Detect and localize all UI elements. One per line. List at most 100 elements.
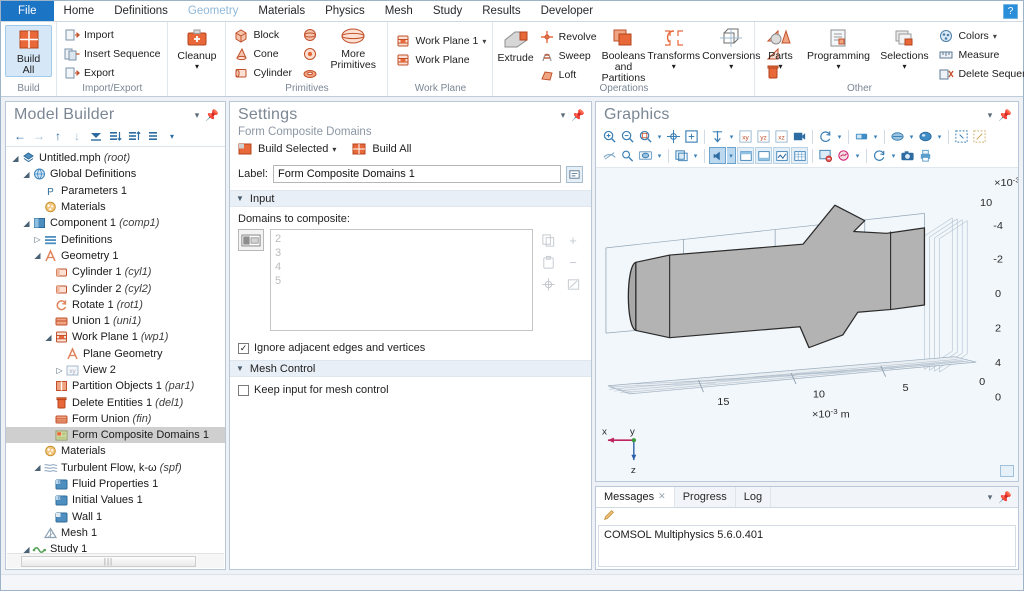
zoom-in-icon[interactable] (601, 128, 618, 145)
programming-button[interactable]: Programming ▾ (803, 25, 873, 72)
fit-to-window-icon[interactable] (683, 128, 700, 145)
view-hidden-icon[interactable] (637, 147, 654, 164)
tree-twisty-expanded-icon[interactable]: ◢ (43, 333, 54, 342)
close-icon[interactable]: ✕ (658, 491, 666, 502)
build-selected-label[interactable]: Build Selected (258, 143, 328, 155)
tab-log[interactable]: Log (736, 487, 771, 507)
scene-light-caret-icon[interactable]: ▾ (871, 128, 880, 145)
more-primitives-button[interactable]: More Primitives (323, 25, 383, 71)
color-legend-icon[interactable] (709, 147, 726, 164)
block-button[interactable]: Block (230, 26, 295, 44)
image-snapshot-icon[interactable] (817, 147, 834, 164)
tab-geometry[interactable]: Geometry (178, 1, 249, 21)
add-to-selection-icon[interactable]: + (564, 231, 582, 249)
reset-icon[interactable] (871, 147, 888, 164)
booleans-and-partitions-button[interactable]: Booleans and Partitions (602, 25, 646, 84)
tree-item-study-1[interactable]: ◢Study 1 (6, 541, 225, 553)
tree-item-fluid-properties-1[interactable]: BFluid Properties 1 (6, 476, 225, 492)
ignore-adjacent-checkbox[interactable]: ✓ (238, 343, 249, 354)
tab-file[interactable]: File (1, 1, 54, 21)
tree-item-work-plane-1[interactable]: ◢Work Plane 1 (wp1) (6, 329, 225, 345)
cleanup-button[interactable]: Cleanup ▾ (172, 25, 221, 72)
label-edit-icon[interactable] (566, 166, 583, 183)
clip-icon[interactable] (673, 147, 690, 164)
selections-button[interactable]: Selections ▾ (875, 25, 933, 72)
domain-list-item[interactable]: 3 (275, 246, 528, 260)
graphics-canvas[interactable]: 15 10 5 0 ×10-3 m ×10-3 10 -4 -2 (596, 168, 1018, 481)
label-input[interactable] (273, 165, 561, 183)
zoom-out-icon[interactable] (619, 128, 636, 145)
tree-item-view-2[interactable]: ▷xyView 2 (6, 362, 225, 378)
transparency-caret-icon[interactable]: ▾ (907, 128, 916, 145)
tree-item-wall-1[interactable]: Wall 1 (6, 509, 225, 525)
zoom-to-selection-icon[interactable] (539, 275, 557, 293)
cleanup-caret-icon[interactable]: ▾ (195, 61, 199, 72)
tree-twisty-collapsed-icon[interactable]: ▷ (54, 366, 65, 375)
tab-developer[interactable]: Developer (531, 1, 603, 21)
copy-selection-icon[interactable] (539, 231, 557, 249)
mesh-control-section-header[interactable]: ▼ Mesh Control (230, 360, 591, 377)
sweep-button[interactable]: Sweep (536, 47, 600, 65)
tree-twisty-expanded-icon[interactable]: ◢ (32, 463, 43, 472)
move-down-icon[interactable]: ↓ (69, 128, 85, 144)
transparency-icon[interactable] (889, 128, 906, 145)
model-builder-hscroll-thumb[interactable]: ||| (21, 556, 196, 567)
settings-menu-caret-icon[interactable]: ▾ (561, 110, 566, 121)
tree-item-materials[interactable]: Materials (6, 443, 225, 459)
xz-view-icon[interactable]: xz (773, 128, 790, 145)
tree-item-initial-values-1[interactable]: BInitial Values 1 (6, 492, 225, 508)
graphics-pin-icon[interactable]: 📌 (998, 109, 1012, 122)
help-icon[interactable]: ? (1003, 4, 1018, 19)
tree-item-plane-geometry[interactable]: Plane Geometry (6, 346, 225, 362)
list-icon[interactable] (145, 128, 161, 144)
tree-item-delete-entities-1[interactable]: Delete Entities 1 (del1) (6, 394, 225, 410)
show-material-icon[interactable] (755, 147, 772, 164)
domains-list[interactable]: 2345 (270, 229, 533, 331)
dropdown-caret-icon[interactable]: ▾ (164, 128, 180, 144)
tree-item-form-union[interactable]: Form Union (fin) (6, 411, 225, 427)
forward-arrow-icon[interactable]: → (31, 128, 47, 144)
extrude-button[interactable]: Extrude (497, 25, 533, 64)
tree-item-form-composite-domains-1[interactable]: Form Composite Domains 1 (6, 427, 225, 443)
tree-twisty-expanded-icon[interactable]: ◢ (21, 219, 32, 228)
mesh-control-caret-icon[interactable]: ▼ (236, 364, 244, 373)
import-button[interactable]: Import (61, 26, 163, 44)
view-caret-icon-2[interactable]: ▾ (655, 147, 664, 164)
tree-item-rotate-1[interactable]: Rotate 1 (rot1) (6, 297, 225, 313)
select-box-icon[interactable] (953, 128, 970, 145)
measure-caret-icon[interactable]: ▾ (853, 147, 862, 164)
tree-item-definitions[interactable]: ▷Definitions (6, 231, 225, 247)
graphics-menu-caret-icon[interactable]: ▾ (988, 110, 993, 121)
plot-data-icon[interactable] (773, 147, 790, 164)
tree-twisty-expanded-icon[interactable]: ◢ (21, 170, 32, 179)
domain-list-item[interactable]: 5 (275, 274, 528, 288)
reset-caret-icon[interactable]: ▾ (889, 147, 898, 164)
tab-study[interactable]: Study (423, 1, 472, 21)
cone-button[interactable]: Cone (230, 45, 295, 63)
parts-caret-icon[interactable]: ▾ (778, 61, 782, 72)
domain-list-item[interactable]: 4 (275, 260, 528, 274)
paste-selection-icon[interactable] (539, 253, 557, 271)
table-icon[interactable] (791, 147, 808, 164)
tree-item-turbulent-flow-k[interactable]: ◢Turbulent Flow, k-ω (spf) (6, 460, 225, 476)
tree-twisty-expanded-icon[interactable]: ◢ (21, 545, 32, 553)
clip-caret-icon[interactable]: ▾ (691, 147, 700, 164)
programming-caret-icon[interactable]: ▾ (836, 61, 840, 72)
colors-caret-icon[interactable]: ▾ (993, 32, 997, 41)
geometry-3d-scene[interactable]: 15 10 5 0 ×10-3 m ×10-3 10 -4 -2 (596, 168, 1018, 481)
tab-home[interactable]: Home (54, 1, 105, 21)
print-icon[interactable] (917, 147, 934, 164)
orbit-icon[interactable] (817, 128, 834, 145)
remove-from-selection-icon[interactable]: − (564, 253, 582, 271)
export-button[interactable]: Export (61, 64, 163, 82)
back-arrow-icon[interactable]: ← (12, 128, 28, 144)
cylinder-button[interactable]: Cylinder (230, 64, 295, 82)
collapse-all-icon[interactable] (126, 128, 142, 144)
tab-mesh[interactable]: Mesh (375, 1, 423, 21)
wireframe-caret-icon[interactable]: ▾ (935, 128, 944, 145)
transforms-button[interactable]: Transforms ▾ (647, 25, 700, 72)
conversions-button[interactable]: Conversions ▾ (702, 25, 760, 72)
measure-graphics-icon[interactable] (835, 147, 852, 164)
input-section-header[interactable]: ▼ Input (230, 190, 591, 207)
tree-item-partition-objects-1[interactable]: Partition Objects 1 (par1) (6, 378, 225, 394)
